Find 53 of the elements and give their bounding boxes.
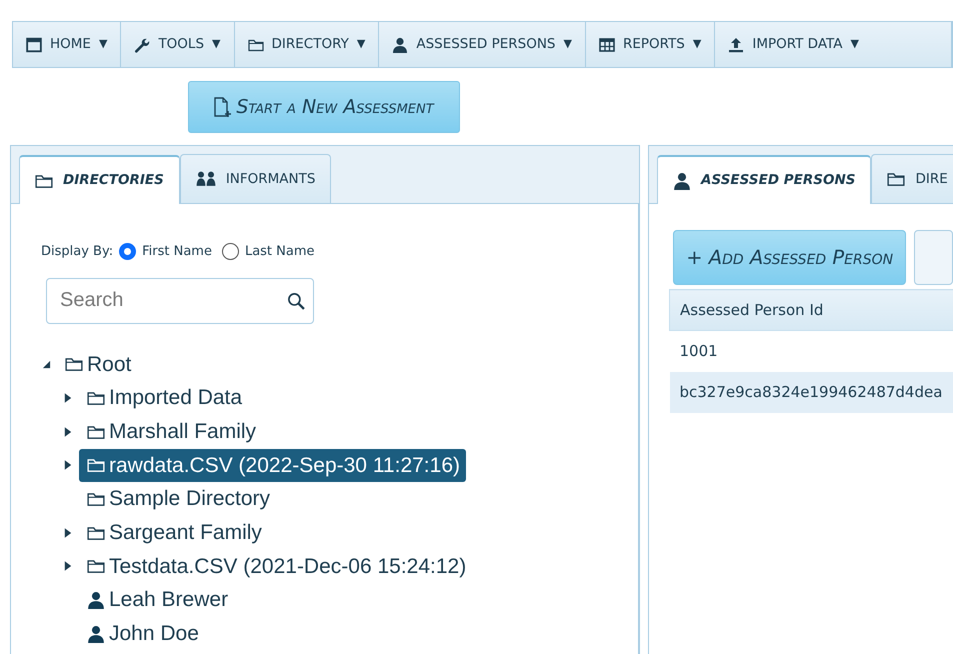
radio-button[interactable]	[119, 243, 136, 260]
person-icon	[87, 591, 105, 610]
caret-icon: ▼	[356, 36, 366, 53]
radio-label: Last Name	[244, 243, 315, 261]
panel-tab[interactable]: ASSESSED PERSONS	[657, 155, 872, 204]
upload-icon	[728, 36, 744, 52]
expand-arrow-icon[interactable]	[64, 526, 72, 539]
panel-tab[interactable]: DIRE	[871, 154, 953, 203]
search-field[interactable]: Search	[46, 278, 314, 324]
menu-item[interactable]: REPORTS ▼	[586, 22, 716, 67]
person-icon	[673, 172, 691, 190]
expand-arrow-icon[interactable]	[64, 459, 72, 472]
add-person-button[interactable]: + Add Assessed Person	[673, 230, 906, 285]
collapse-arrow-icon[interactable]	[42, 360, 50, 369]
window-icon	[26, 36, 42, 52]
caret-icon: ▼	[212, 36, 220, 53]
menu-item[interactable]: TOOLS ▼	[121, 22, 234, 67]
tree-item[interactable]: Sample Directory	[79, 482, 276, 516]
people-icon	[196, 169, 216, 189]
radio-label: First Name	[142, 243, 212, 261]
radio-button[interactable]	[222, 243, 239, 260]
table-cell: 1001	[670, 330, 953, 372]
table-icon	[598, 36, 615, 52]
wrench-icon	[134, 36, 150, 52]
tree-item[interactable]: Testdata.CSV (2021-Dec-06 15:24:12)	[79, 550, 472, 584]
caret-icon: ▼	[98, 36, 108, 53]
tree-item[interactable]: rawdata.CSV (2022-Sep-30 11:27:16)	[79, 448, 466, 482]
tree-item[interactable]: Root	[57, 348, 138, 382]
person-icon	[87, 624, 105, 643]
panel-tab[interactable]: INFORMANTS	[180, 154, 332, 203]
display-by-label: Display By:	[41, 243, 114, 261]
tree-item[interactable]: Imported Data	[79, 381, 248, 415]
table-cell: bc327e9ca8324e199462487d4dea	[670, 372, 953, 412]
tree-item[interactable]: John Doe	[79, 617, 205, 651]
expand-arrow-icon[interactable]	[64, 426, 72, 438]
column-header: Assessed Person Id	[670, 290, 953, 330]
caret-icon: ▼	[850, 36, 859, 53]
caret-icon: ▼	[692, 36, 702, 53]
search-icon	[287, 292, 305, 310]
person-icon	[392, 36, 408, 52]
expand-arrow-icon[interactable]	[64, 560, 72, 572]
expand-arrow-icon[interactable]	[64, 392, 72, 404]
menu-item[interactable]: ASSESSED PERSONS ▼	[379, 22, 586, 67]
tree-item[interactable]: Sargeant Family	[79, 516, 268, 550]
start-assessment-button[interactable]: Start a New Assessment	[188, 81, 460, 133]
menu-item[interactable]: IMPORT DATA ▼	[715, 22, 952, 67]
menu-item[interactable]: HOME ▼	[13, 22, 122, 67]
tree-item[interactable]: Marshall Family	[79, 414, 262, 448]
tree-item[interactable]: Leah Brewer	[79, 583, 234, 617]
caret-icon: ▼	[564, 36, 572, 53]
new-document-icon	[214, 96, 232, 118]
menu-item[interactable]: DIRECTORY ▼	[234, 22, 380, 67]
panel-tab[interactable]: DIRECTORIES	[19, 155, 180, 204]
